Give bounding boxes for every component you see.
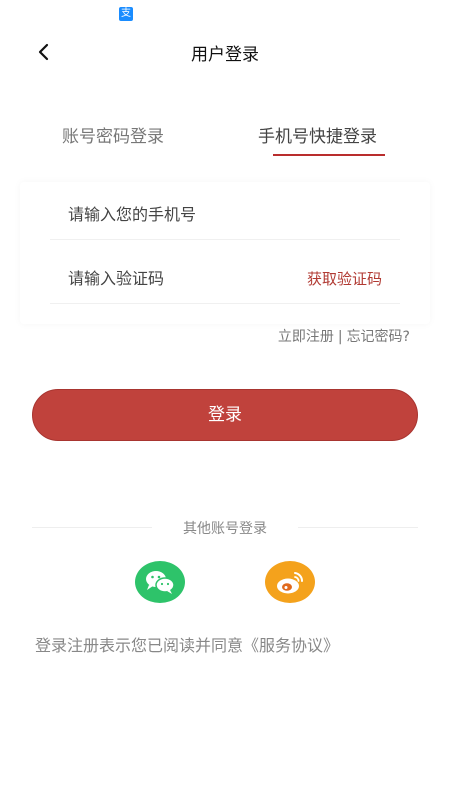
wechat-login-button[interactable] [135, 561, 185, 603]
account-links: 立即注册 | 忘记密码? [278, 326, 410, 346]
forgot-password-link[interactable]: 忘记密码? [347, 329, 410, 345]
status-bar: 支 [0, 0, 450, 28]
phone-field-row [50, 188, 400, 240]
login-form: 获取验证码 [20, 182, 430, 324]
divider-line-right [298, 527, 418, 528]
weibo-icon [277, 572, 304, 594]
register-link[interactable]: 立即注册 [278, 329, 334, 345]
page-title: 用户登录 [191, 45, 259, 65]
get-code-button[interactable]: 获取验证码 [307, 268, 382, 289]
verification-code-input[interactable] [68, 262, 278, 294]
agreement-notice: 登录注册表示您已阅读并同意《服务协议》 [35, 632, 339, 656]
code-field-row: 获取验证码 [50, 252, 400, 304]
login-tabs: 账号密码登录 手机号快捷登录 [0, 112, 450, 162]
service-agreement-link[interactable]: 《服务协议》 [243, 636, 339, 655]
link-separator: | [337, 329, 343, 345]
login-button[interactable]: 登录 [32, 389, 418, 441]
tab-password-login[interactable]: 账号密码登录 [62, 122, 164, 147]
other-login-label: 其他账号登录 [183, 521, 267, 537]
agreement-text: 登录注册表示您已阅读并同意 [35, 636, 244, 655]
active-tab-indicator [273, 154, 385, 156]
other-login-divider: 其他账号登录 [32, 516, 418, 538]
app-notification-icon: 支 [119, 7, 133, 21]
nav-bar: 用户登录 [0, 30, 450, 74]
weibo-login-button[interactable] [265, 561, 315, 603]
phone-input[interactable] [68, 198, 278, 230]
wechat-icon [146, 571, 175, 594]
tab-phone-login[interactable]: 手机号快捷登录 [258, 122, 377, 147]
